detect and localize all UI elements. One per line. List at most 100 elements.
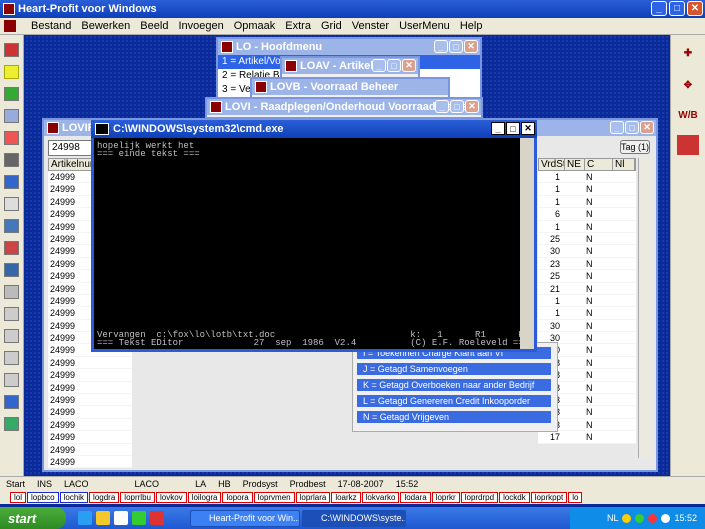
menu-invoegen[interactable]: Invoegen — [173, 20, 228, 32]
taskbar-item-heartprofit[interactable]: Heart-Profit voor Win... — [190, 510, 300, 527]
tray-icon[interactable] — [648, 513, 658, 523]
function-key-button[interactable]: lokvarko — [361, 491, 400, 503]
mdi-child-icon[interactable] — [4, 20, 16, 32]
table-row[interactable]: 24999 — [48, 406, 132, 419]
exit-icon[interactable] — [4, 395, 19, 409]
function-key-button[interactable]: loprrlbu — [120, 491, 155, 503]
calc-icon[interactable] — [4, 285, 19, 299]
menu-grid[interactable]: Grid — [316, 20, 347, 32]
table-row[interactable]: 1N — [538, 195, 636, 209]
action-n-button[interactable]: N = Getagd Vrijgeven — [357, 411, 551, 423]
graph-icon[interactable] — [4, 263, 19, 277]
close-button[interactable]: ✕ — [687, 1, 703, 16]
maximize-button[interactable]: □ — [387, 59, 401, 72]
menu-help[interactable]: Help — [455, 20, 488, 32]
function-key-button[interactable]: lochik — [59, 491, 89, 503]
minimize-button[interactable]: _ — [610, 121, 624, 134]
function-key-button[interactable]: loprvmen — [253, 491, 295, 503]
app-quicklaunch-icon[interactable] — [150, 511, 164, 525]
column-header-nl[interactable]: Nl — [613, 159, 635, 170]
function-key-button[interactable]: lopora — [222, 491, 253, 503]
table-row[interactable]: 21 N — [538, 282, 636, 295]
key-icon[interactable] — [4, 65, 19, 79]
table-row[interactable]: 1N — [538, 183, 636, 196]
chart-icon[interactable] — [4, 87, 19, 101]
table-row[interactable]: 1N — [538, 307, 636, 320]
table-row[interactable]: 24999 — [48, 418, 132, 432]
tray-icon[interactable] — [635, 513, 645, 523]
table-row[interactable]: 24999 — [48, 394, 132, 407]
table-row[interactable]: 30 N — [538, 245, 636, 258]
sort-icon[interactable] — [4, 109, 19, 123]
language-indicator[interactable]: NL — [607, 513, 619, 523]
menu-usermenu[interactable]: UserMenu — [394, 20, 455, 32]
function-key-button[interactable]: lovkov — [155, 491, 187, 503]
action-k-button[interactable]: K = Getagd Overboeken naar ander Bedrijf — [357, 379, 551, 391]
lovi-window[interactable]: LOVI - Raadplegen/Onderhoud Voorraad-Ite… — [205, 97, 483, 119]
function-key-button[interactable]: loarkz — [331, 491, 361, 503]
minimize-button[interactable]: _ — [372, 59, 386, 72]
tag-button[interactable]: Tag (1) — [620, 140, 650, 154]
move-icon[interactable]: ✥ — [677, 75, 699, 95]
minimize-button[interactable]: _ — [491, 122, 505, 135]
table-row[interactable]: 17 N — [538, 431, 636, 444]
action-j-button[interactable]: J = Getagd Samenvoegen — [357, 363, 551, 375]
cut-icon[interactable] — [4, 307, 19, 321]
tool-f2-icon[interactable] — [677, 135, 699, 155]
close-button[interactable]: ✕ — [402, 59, 416, 72]
table-row[interactable]: 24999 — [48, 443, 132, 456]
undo-icon[interactable] — [4, 373, 19, 387]
grid-icon[interactable] — [4, 219, 19, 233]
report-icon[interactable] — [4, 241, 19, 255]
menu-venster[interactable]: Venster — [347, 20, 394, 32]
table-row[interactable]: 24999 — [48, 356, 132, 370]
function-key-button[interactable]: lo — [568, 491, 583, 503]
column-header-vrdst[interactable]: VrdSt — [539, 159, 565, 170]
media-icon[interactable] — [132, 511, 146, 525]
table-row[interactable]: 30 N — [538, 319, 636, 333]
help-icon[interactable] — [4, 417, 19, 431]
function-key-button[interactable]: lol — [10, 491, 27, 503]
function-key-button[interactable]: loilogra — [187, 491, 222, 503]
function-key-button[interactable]: loprkppt — [530, 491, 568, 503]
menu-beeld[interactable]: Beeld — [135, 20, 173, 32]
menu-extra[interactable]: Extra — [280, 20, 316, 32]
action-l-button[interactable]: L = Getagd Genereren Credit Inkooporder — [357, 395, 551, 407]
table-row[interactable]: 25 N — [538, 232, 636, 246]
minimize-button[interactable]: _ — [434, 40, 448, 53]
table-row[interactable]: 1N — [538, 171, 636, 184]
list-icon[interactable] — [4, 197, 19, 211]
close-button[interactable]: ✕ — [521, 122, 535, 135]
table-row[interactable]: 24999 — [48, 369, 132, 382]
table-row[interactable]: 23 N — [538, 257, 636, 271]
function-key-button[interactable]: loprdrpd — [460, 491, 499, 503]
ie-icon[interactable] — [78, 511, 92, 525]
minimize-button[interactable]: _ — [651, 1, 667, 16]
table-row[interactable]: 1N — [538, 220, 636, 233]
function-key-button[interactable]: logdra — [89, 491, 120, 503]
menu-opmaak[interactable]: Opmaak — [229, 20, 281, 32]
close-button[interactable]: ✕ — [640, 121, 654, 134]
paste-icon[interactable] — [4, 351, 19, 365]
tray-icon[interactable] — [661, 513, 671, 523]
column-header-c[interactable]: C — [585, 159, 613, 170]
folder-icon[interactable] — [96, 511, 110, 525]
maximize-button[interactable]: □ — [669, 1, 685, 16]
record-icon[interactable] — [4, 43, 19, 57]
table-scrollbar[interactable] — [638, 158, 652, 458]
copy-icon[interactable] — [4, 329, 19, 343]
cmd-scrollbar[interactable] — [520, 138, 534, 349]
notepad-icon[interactable] — [114, 511, 128, 525]
maximize-button[interactable]: □ — [625, 121, 639, 134]
function-key-button[interactable]: lopbco — [27, 491, 59, 503]
column-header-ne[interactable]: NE — [565, 159, 585, 170]
close-button[interactable]: ✕ — [464, 40, 478, 53]
table-row[interactable]: 24999 — [48, 455, 132, 469]
wy-ba-icon[interactable]: W/B — [677, 105, 699, 125]
close-button[interactable]: ✕ — [465, 100, 479, 113]
function-key-button[interactable]: lodara — [400, 491, 431, 503]
tag-icon[interactable] — [4, 131, 19, 145]
console-output[interactable]: hopelijk werkt het === einde tekst === V… — [94, 138, 534, 349]
tray-icon[interactable] — [622, 513, 632, 523]
function-key-button[interactable]: lockdk — [499, 491, 530, 503]
